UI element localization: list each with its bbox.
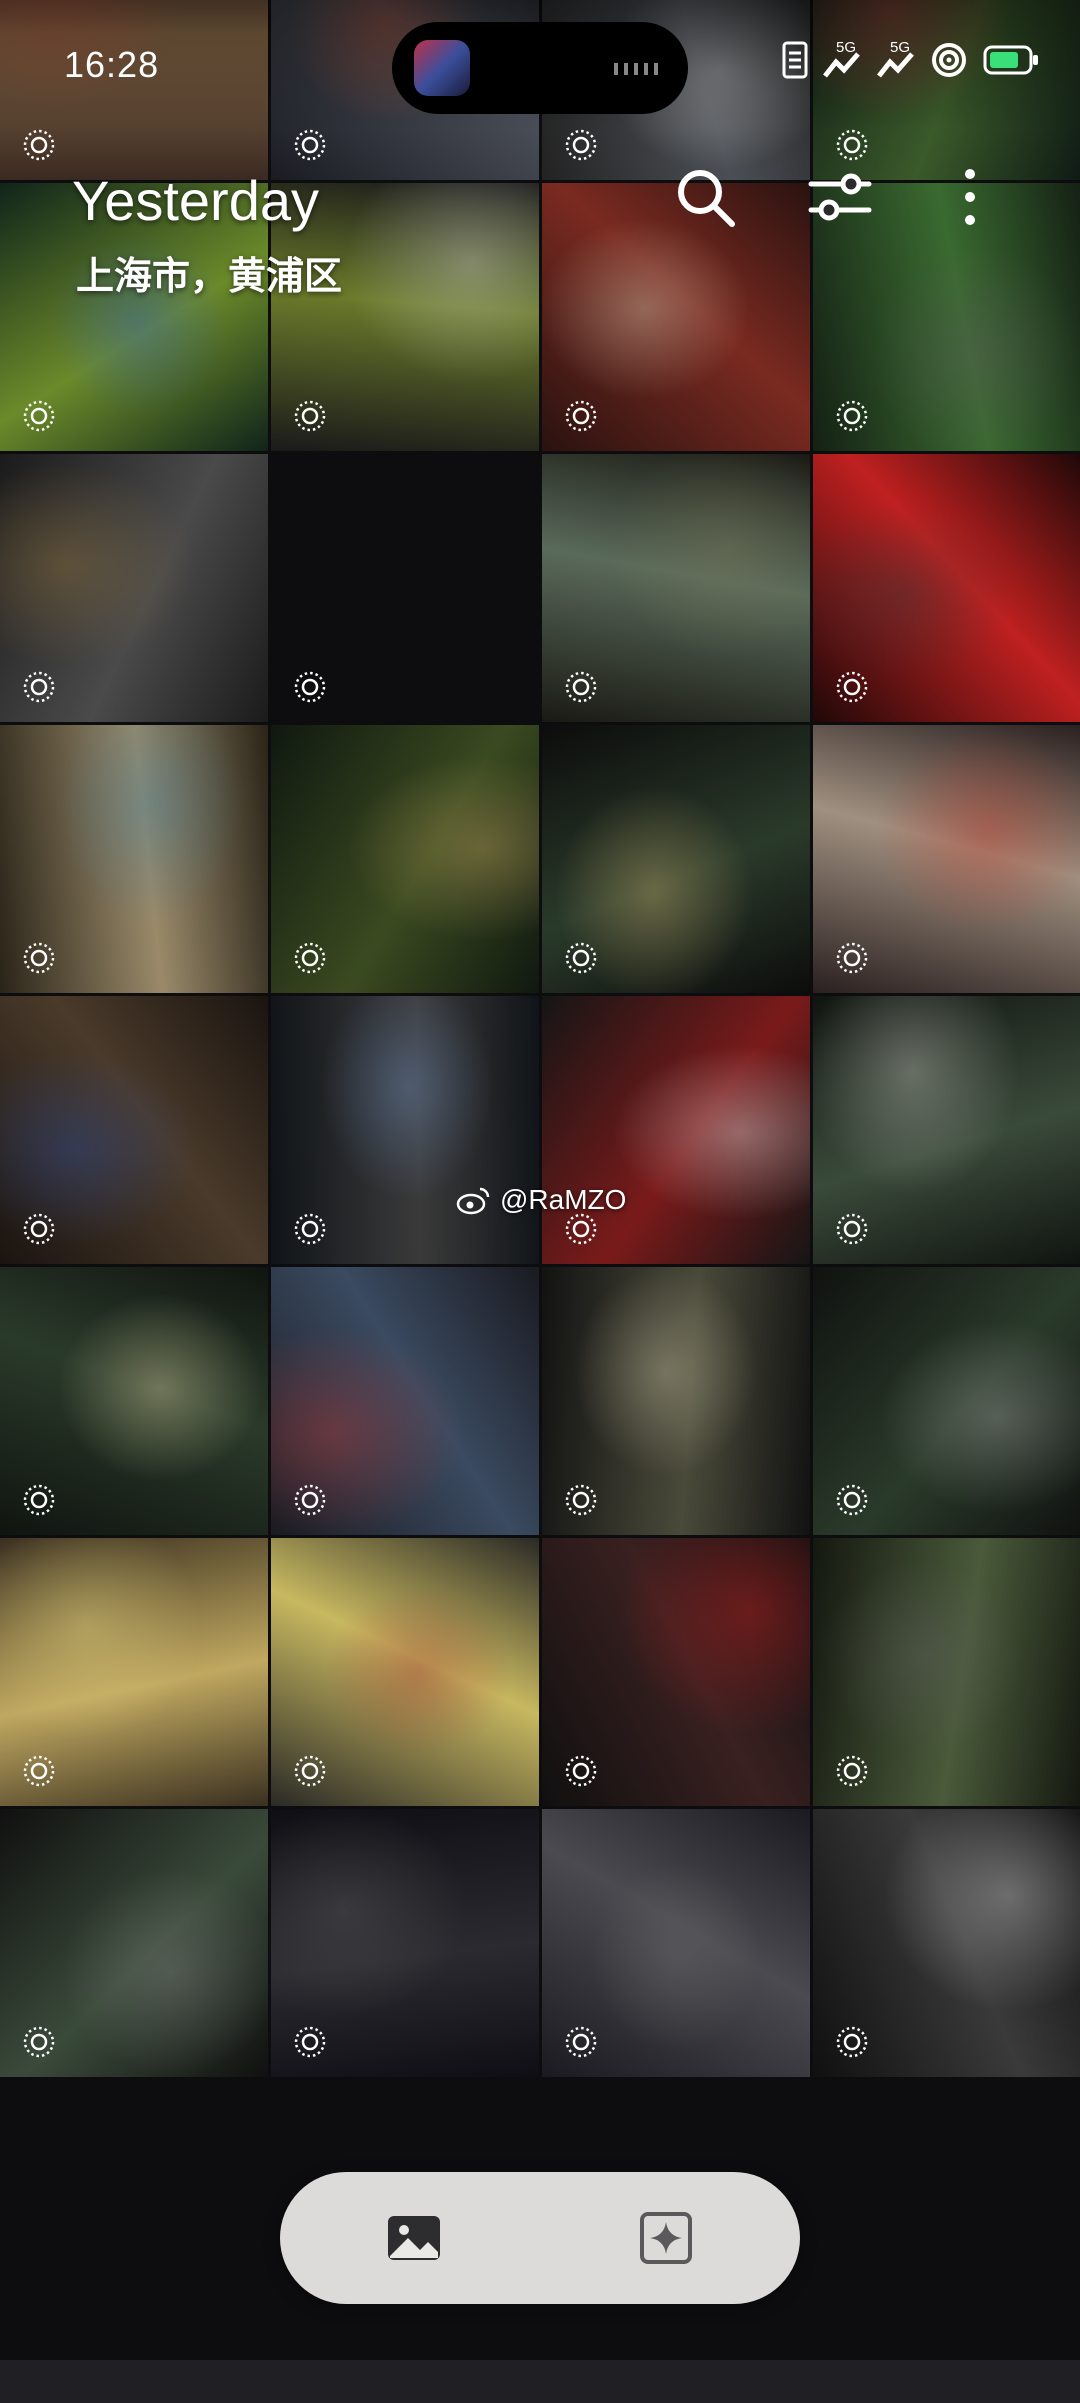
signal-icon-1: 5G bbox=[822, 40, 862, 80]
filter-icon[interactable] bbox=[805, 162, 875, 232]
media-thumbnail bbox=[414, 40, 470, 96]
photo-thumbnail[interactable] bbox=[271, 1267, 539, 1535]
live-photo-icon bbox=[836, 1213, 868, 1245]
photo-thumbnail[interactable] bbox=[813, 1267, 1080, 1535]
photo-thumbnail[interactable] bbox=[542, 996, 810, 1264]
dynamic-island[interactable] bbox=[392, 22, 688, 114]
photo-thumbnail[interactable] bbox=[542, 1538, 810, 1806]
live-photo-icon bbox=[23, 1213, 55, 1245]
photo-thumbnail[interactable] bbox=[813, 725, 1080, 993]
photo-thumbnail[interactable] bbox=[542, 1809, 810, 2077]
status-bar: 16:28 5G 5G bbox=[0, 0, 1080, 130]
photo-thumbnail[interactable] bbox=[542, 454, 810, 722]
photo-thumbnail[interactable] bbox=[813, 1809, 1080, 2077]
live-photo-icon bbox=[836, 671, 868, 703]
weibo-watermark: @RaMZO bbox=[456, 1184, 626, 1216]
live-photo-icon bbox=[836, 942, 868, 974]
photo-thumbnail[interactable] bbox=[542, 725, 810, 993]
live-photo-icon bbox=[565, 1755, 597, 1787]
status-time: 16:28 bbox=[64, 44, 160, 85]
photo-thumbnail[interactable] bbox=[0, 1809, 268, 2077]
live-photo-icon bbox=[294, 2026, 326, 2058]
location-label: 上海市，黄浦区 bbox=[76, 256, 343, 298]
live-photo-icon bbox=[836, 1755, 868, 1787]
audio-wave-icon bbox=[614, 63, 658, 75]
bottom-peek-row bbox=[0, 2360, 1080, 2403]
photo-thumbnail[interactable] bbox=[0, 725, 268, 993]
live-photo-icon bbox=[565, 942, 597, 974]
photo-thumbnail[interactable] bbox=[0, 1267, 268, 1535]
live-photo-icon bbox=[23, 1755, 55, 1787]
live-photo-icon bbox=[294, 1484, 326, 1516]
photo-thumbnail[interactable] bbox=[271, 1538, 539, 1806]
search-icon[interactable] bbox=[670, 162, 740, 232]
hotspot-icon bbox=[932, 43, 966, 77]
live-photo-icon bbox=[23, 2026, 55, 2058]
image-icon[interactable] bbox=[382, 2206, 446, 2270]
sparkle-icon[interactable] bbox=[634, 2206, 698, 2270]
live-photo-icon bbox=[294, 400, 326, 432]
photo-thumbnail[interactable] bbox=[271, 996, 539, 1264]
live-photo-icon bbox=[294, 671, 326, 703]
bottom-dock bbox=[280, 2172, 800, 2304]
live-photo-icon bbox=[836, 1484, 868, 1516]
live-photo-icon bbox=[23, 942, 55, 974]
weibo-icon bbox=[456, 1187, 490, 1215]
battery-icon bbox=[983, 45, 1038, 75]
photo-thumbnail[interactable] bbox=[0, 996, 268, 1264]
photo-thumbnail[interactable] bbox=[271, 454, 539, 722]
live-photo-icon bbox=[836, 129, 868, 161]
live-photo-icon bbox=[294, 1755, 326, 1787]
live-photo-icon bbox=[565, 400, 597, 432]
photo-thumbnail[interactable] bbox=[0, 1538, 268, 1806]
live-photo-icon bbox=[294, 942, 326, 974]
live-photo-icon bbox=[23, 671, 55, 703]
live-photo-icon bbox=[565, 2026, 597, 2058]
system-icons: 5G 5G bbox=[782, 40, 1040, 80]
live-photo-icon bbox=[23, 1484, 55, 1516]
photo-grid bbox=[0, 0, 1080, 2077]
live-photo-icon bbox=[23, 129, 55, 161]
photo-thumbnail[interactable] bbox=[813, 996, 1080, 1264]
live-photo-icon bbox=[294, 129, 326, 161]
photo-thumbnail[interactable] bbox=[813, 1538, 1080, 1806]
photo-thumbnail[interactable] bbox=[271, 725, 539, 993]
live-photo-icon bbox=[294, 1213, 326, 1245]
photo-thumbnail[interactable] bbox=[0, 454, 268, 722]
vibrate-icon bbox=[782, 41, 808, 79]
photo-thumbnail[interactable] bbox=[271, 1809, 539, 2077]
more-icon[interactable] bbox=[935, 162, 1005, 232]
photo-thumbnail[interactable] bbox=[813, 454, 1080, 722]
signal-icon-2: 5G bbox=[876, 40, 916, 80]
live-photo-icon bbox=[565, 129, 597, 161]
photo-thumbnail[interactable] bbox=[542, 1267, 810, 1535]
live-photo-icon bbox=[836, 2026, 868, 2058]
live-photo-icon bbox=[565, 1484, 597, 1516]
date-title: Yesterday bbox=[72, 169, 319, 232]
live-photo-icon bbox=[836, 400, 868, 432]
live-photo-icon bbox=[565, 671, 597, 703]
live-photo-icon bbox=[565, 1213, 597, 1245]
watermark-text: @RaMZO bbox=[500, 1184, 627, 1215]
live-photo-icon bbox=[23, 400, 55, 432]
